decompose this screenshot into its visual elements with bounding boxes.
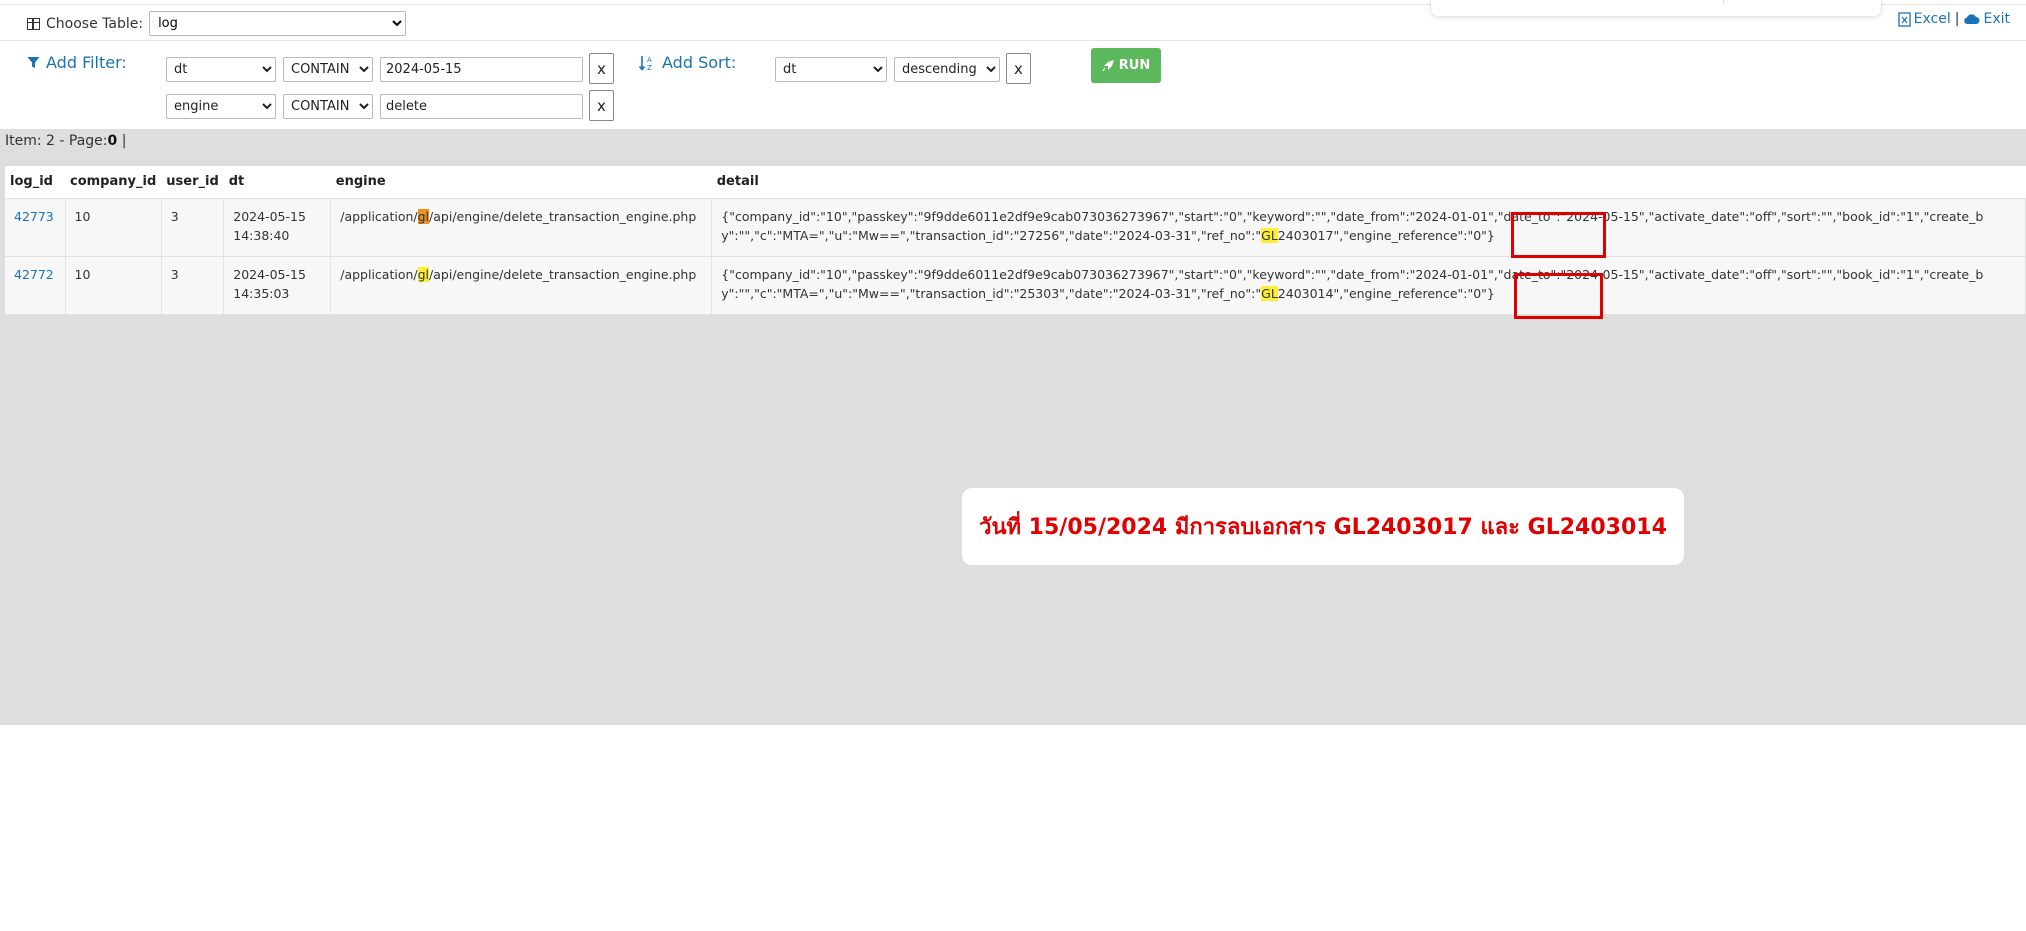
engine-cell: /application/gl/api/engine/delete_transa… bbox=[330, 198, 713, 257]
detail-cell: {"company_id":"10","passkey":"9f9dde6011… bbox=[711, 256, 2026, 315]
filter-op-select-1[interactable]: CONTAIN bbox=[283, 57, 373, 82]
svg-text:Z: Z bbox=[647, 64, 652, 72]
company-id-cell: 10 bbox=[65, 198, 162, 257]
filter-op-select-2[interactable]: CONTAIN bbox=[283, 94, 373, 119]
user-id-cell: 3 bbox=[161, 198, 225, 257]
choose-table-group: Choose Table: log bbox=[27, 11, 407, 36]
filter-value-input-2[interactable] bbox=[380, 94, 583, 119]
col-header-detail[interactable]: detail bbox=[711, 166, 2026, 199]
exit-link[interactable]: Exit bbox=[1963, 11, 2010, 27]
annotation-callout: วันที่ 15/05/2024 มีการลบเอกสาร GL240301… bbox=[962, 488, 1684, 565]
add-filter-button[interactable]: Add Filter: bbox=[27, 53, 127, 72]
floating-panel bbox=[1430, 0, 1882, 17]
add-sort-button[interactable]: AZ Add Sort: bbox=[638, 53, 736, 72]
detail-cell: {"company_id":"10","passkey":"9f9dde6011… bbox=[711, 198, 2026, 257]
link-separator: | bbox=[1954, 11, 1960, 27]
dt-cell: 2024-05-15 14:35:03 bbox=[223, 256, 332, 315]
highlight-box-1 bbox=[1511, 212, 1606, 258]
run-button[interactable]: RUN bbox=[1091, 48, 1161, 83]
sort-icon: AZ bbox=[638, 55, 652, 72]
table-row: 42773 10 3 2024-05-15 14:38:40 /applicati… bbox=[5, 198, 2026, 257]
engine-cell: /application/gl/api/engine/delete_transa… bbox=[330, 256, 713, 315]
col-header-engine[interactable]: engine bbox=[330, 166, 712, 199]
col-header-dt[interactable]: dt bbox=[223, 166, 331, 199]
company-id-cell: 10 bbox=[65, 256, 162, 315]
table-row: 42772 10 3 2024-05-15 14:35:03 /applicati… bbox=[5, 256, 2026, 315]
filter-field-select-2[interactable]: engine bbox=[166, 94, 276, 119]
col-header-company-id[interactable]: company_id bbox=[65, 166, 162, 199]
col-header-user-id[interactable]: user_id bbox=[161, 166, 224, 199]
remove-filter-button-2[interactable]: x bbox=[589, 90, 614, 121]
sort-field-select[interactable]: dt bbox=[775, 57, 887, 82]
filter-field-select-1[interactable]: dt bbox=[166, 57, 276, 82]
remove-sort-button[interactable]: x bbox=[1006, 53, 1031, 84]
filter-value-input-1[interactable] bbox=[380, 57, 583, 82]
log-id-link[interactable]: 42772 bbox=[14, 267, 54, 282]
svg-text:A: A bbox=[647, 56, 652, 64]
dt-cell: 2024-05-15 14:38:40 bbox=[223, 198, 332, 257]
excel-icon bbox=[1898, 11, 1911, 27]
col-header-log-id[interactable]: log_id bbox=[5, 166, 65, 199]
remove-filter-button-1[interactable]: x bbox=[589, 53, 614, 84]
table-select[interactable]: log bbox=[149, 11, 407, 36]
highlight-box-2 bbox=[1514, 273, 1603, 319]
rocket-icon bbox=[1102, 60, 1114, 72]
sort-order-select[interactable]: descending bbox=[894, 57, 1000, 82]
table-icon bbox=[27, 17, 40, 30]
item-count: Item: 2 - Page:0 | bbox=[5, 133, 127, 149]
choose-table-label: Choose Table: bbox=[46, 15, 144, 32]
table-header-row: log_id company_id user_id dt engine deta… bbox=[5, 166, 2026, 199]
excel-link[interactable]: Excel bbox=[1898, 11, 1951, 27]
log-id-link[interactable]: 42773 bbox=[14, 209, 54, 224]
user-id-cell: 3 bbox=[161, 256, 225, 315]
filter-icon bbox=[27, 57, 40, 68]
log-table: log_id company_id user_id dt engine deta… bbox=[5, 166, 2026, 315]
cloud-icon bbox=[1964, 14, 1980, 24]
top-links: Excel | Exit bbox=[1898, 11, 2010, 27]
